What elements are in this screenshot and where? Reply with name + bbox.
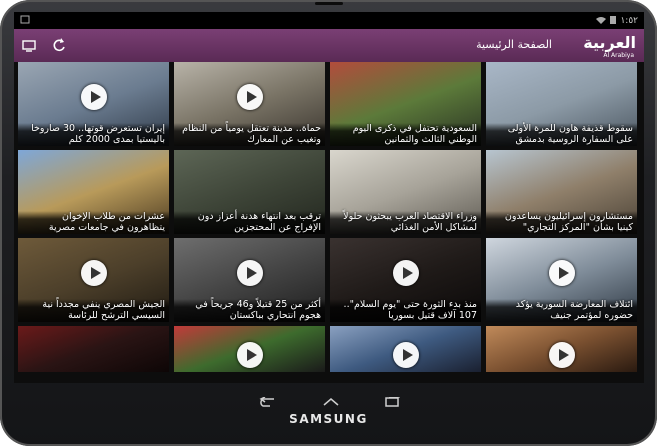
news-caption: الجيش المصري ينفي مجدداً نية السيسي التر… xyxy=(18,299,169,322)
news-caption: السعودية تحتفل في ذكرى اليوم الوطني الثا… xyxy=(330,123,481,146)
news-caption: إيران تستعرض قوتها.. 30 صاروخا باليستيا … xyxy=(18,123,169,146)
news-tile[interactable]: سقوط قذيفة هاون للمرة الأولى على السفارة… xyxy=(486,62,637,146)
news-tile[interactable] xyxy=(18,326,169,372)
news-tile[interactable] xyxy=(486,326,637,372)
refresh-icon[interactable] xyxy=(52,37,66,53)
news-caption: مستشارون إسرائيليون يساعدون كينيا بشأن "… xyxy=(486,211,637,234)
logo-subtitle: Al Arabiya xyxy=(603,52,634,59)
news-caption: سقوط قذيفة هاون للمرة الأولى على السفارة… xyxy=(486,123,637,146)
tablet-frame: ١:٥٢ الصفحة الرئيسية العربية Al Arabiya … xyxy=(0,0,657,446)
play-icon[interactable] xyxy=(392,260,419,286)
back-icon[interactable] xyxy=(258,392,276,407)
play-icon[interactable] xyxy=(80,260,107,286)
news-tile[interactable]: ائتلاف المعارضة السورية يؤكد حضوره لمؤتم… xyxy=(486,238,637,322)
play-icon[interactable] xyxy=(548,260,575,286)
clock-text: ١:٥٢ xyxy=(620,16,638,26)
news-tile[interactable]: ترقب بعد انتهاء هدنة أعزاز دون الإفراج ع… xyxy=(174,150,325,234)
news-caption: ترقب بعد انتهاء هدنة أعزاز دون الإفراج ع… xyxy=(174,211,325,234)
play-icon[interactable] xyxy=(236,84,263,110)
news-tile[interactable]: مستشارون إسرائيليون يساعدون كينيا بشأن "… xyxy=(486,150,637,234)
news-tile[interactable]: الجيش المصري ينفي مجدداً نية السيسي التر… xyxy=(18,238,169,322)
news-tile[interactable]: حماة.. مدينة تعتقل يومياً من النظام وتغي… xyxy=(174,62,325,146)
screen: ١:٥٢ الصفحة الرئيسية العربية Al Arabiya … xyxy=(14,12,644,383)
news-caption: وزراء الاقتصاد العرب يبحثون حلولاً لمشاك… xyxy=(330,211,481,234)
news-tile[interactable] xyxy=(174,326,325,372)
camera-slot xyxy=(315,2,343,5)
tv-icon[interactable] xyxy=(22,38,36,52)
news-tile[interactable]: أكثر من 25 قتيلاً و46 جريحاً في هجوم انت… xyxy=(174,238,325,322)
news-caption: ائتلاف المعارضة السورية يؤكد حضوره لمؤتم… xyxy=(486,299,637,322)
news-tile[interactable]: منذ بدء الثورة حتى "يوم السلام".. 107 آل… xyxy=(330,238,481,322)
alarabiya-logo[interactable]: العربية Al Arabiya xyxy=(558,33,636,59)
news-tile[interactable]: إيران تستعرض قوتها.. 30 صاروخا باليستيا … xyxy=(18,62,169,146)
play-icon[interactable] xyxy=(80,84,107,110)
news-caption: حماة.. مدينة تعتقل يومياً من النظام وتغي… xyxy=(174,123,325,146)
play-icon[interactable] xyxy=(392,342,419,368)
news-tile[interactable]: وزراء الاقتصاد العرب يبحثون حلولاً لمشاك… xyxy=(330,150,481,234)
news-tile[interactable]: عشرات من طلاب الإخوان يتظاهرون في جامعات… xyxy=(18,150,169,234)
home-icon[interactable] xyxy=(322,392,340,406)
news-caption: عشرات من طلاب الإخوان يتظاهرون في جامعات… xyxy=(18,211,169,234)
device-brand: SAMSUNG xyxy=(289,412,368,426)
recent-apps-icon[interactable] xyxy=(384,392,402,407)
logo-text: العربية xyxy=(583,33,636,52)
battery-icon xyxy=(610,15,617,27)
news-tile[interactable]: السعودية تحتفل في ذكرى اليوم الوطني الثا… xyxy=(330,62,481,146)
news-tile[interactable] xyxy=(330,326,481,372)
news-caption: أكثر من 25 قتيلاً و46 جريحاً في هجوم انت… xyxy=(174,299,325,322)
news-caption: منذ بدء الثورة حتى "يوم السلام".. 107 آل… xyxy=(330,299,481,322)
app-header: الصفحة الرئيسية العربية Al Arabiya xyxy=(14,29,644,62)
wifi-icon xyxy=(596,16,607,27)
status-bar: ١:٥٢ xyxy=(14,12,644,29)
play-icon[interactable] xyxy=(236,342,263,368)
news-thumbnail xyxy=(18,326,169,372)
play-icon[interactable] xyxy=(548,342,575,368)
page-title: الصفحة الرئيسية xyxy=(476,38,552,51)
play-icon[interactable] xyxy=(236,260,263,286)
notification-icon xyxy=(20,15,30,27)
